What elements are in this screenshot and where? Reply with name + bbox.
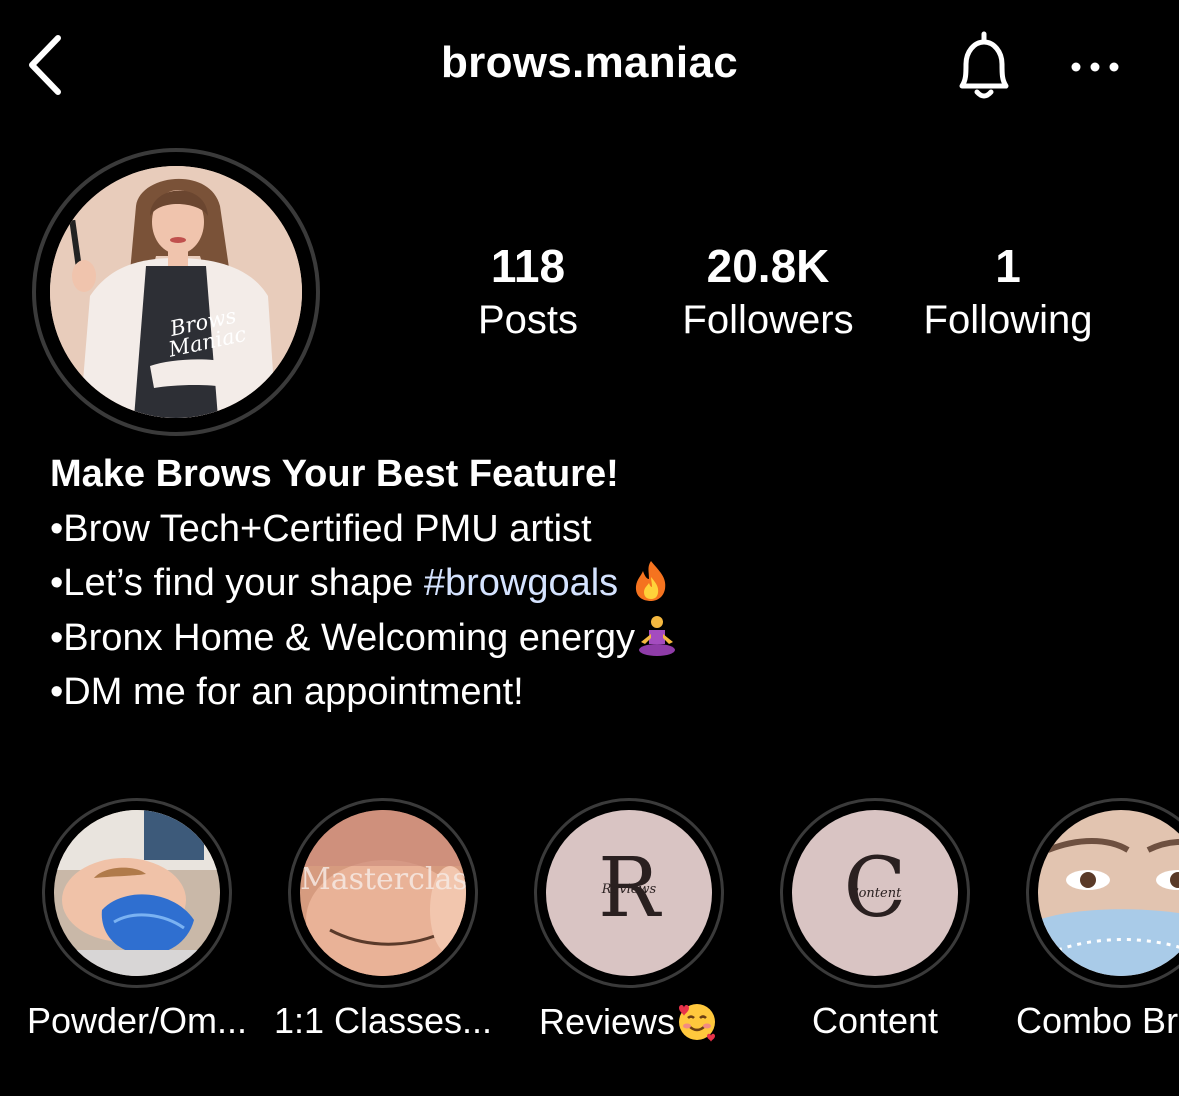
- highlight-reviews[interactable]: R Reviews: [534, 798, 724, 988]
- stat-followers[interactable]: 20.8K Followers: [658, 240, 878, 348]
- stat-following-value: 1: [995, 240, 1021, 292]
- smiling-face-with-hearts-icon: [679, 1004, 716, 1042]
- highlight-cover-4-script: Content: [848, 886, 902, 901]
- bio-line-1: •Brow Tech+Certified PMU artist: [50, 507, 592, 550]
- more-options-button[interactable]: [1066, 50, 1124, 84]
- stat-followers-value: 20.8K: [706, 240, 830, 292]
- stat-following-label: Following: [923, 298, 1093, 342]
- highlight-label-2: 1:1 Classes...: [273, 1000, 493, 1041]
- highlight-cover-2-text: Masterclass: [300, 862, 466, 897]
- hashtag-link[interactable]: #browgoals: [424, 562, 618, 604]
- bio-line-3-text: •Bronx Home & Welcoming energy: [50, 616, 635, 659]
- highlight-cover-1: [54, 810, 220, 976]
- notifications-button[interactable]: [948, 28, 1020, 104]
- bio-line-2: •Let’s find your shape #browgoals: [50, 556, 679, 611]
- highlight-cover-3: R Reviews: [546, 810, 712, 976]
- stat-posts-value: 118: [490, 240, 566, 292]
- stat-posts[interactable]: 118 Posts: [418, 240, 638, 348]
- avatar[interactable]: Brows Maniac: [50, 166, 302, 418]
- avatar-illustration: [50, 166, 302, 418]
- highlight-powder[interactable]: [42, 798, 232, 988]
- fire-emoji-icon: [635, 561, 666, 601]
- highlight-combo[interactable]: [1026, 798, 1179, 988]
- stat-posts-label: Posts: [477, 298, 579, 342]
- highlight-cover-2: Masterclass: [300, 810, 466, 976]
- stat-followers-label: Followers: [682, 298, 854, 342]
- highlight-label-4: Content: [811, 1000, 939, 1041]
- more-icon: [1071, 62, 1119, 72]
- bio: Make Brows Your Best Feature! •Brow Tech…: [50, 447, 679, 720]
- bell-icon: [959, 31, 1009, 99]
- highlight-cover-3-script: Reviews: [601, 882, 657, 897]
- highlight-label-3-text: Reviews: [538, 1001, 676, 1042]
- highlight-label-5: Combo Br: [1016, 1000, 1179, 1041]
- bio-line-4: •DM me for an appointment!: [50, 671, 524, 713]
- highlight-content[interactable]: C Content: [780, 798, 970, 988]
- stat-following[interactable]: 1 Following: [898, 240, 1118, 348]
- bio-name: Make Brows Your Best Feature!: [50, 453, 619, 495]
- highlight-label-1: Powder/Om...: [26, 1000, 248, 1041]
- bio-line-2-text: •Let’s find your shape: [50, 562, 424, 604]
- highlight-label-3: Reviews: [509, 1000, 749, 1044]
- person-meditating-emoji-icon: [638, 615, 675, 656]
- bio-line-3: •Bronx Home & Welcoming energy: [50, 611, 679, 666]
- highlight-cover-4: C Content: [792, 810, 958, 976]
- highlight-classes[interactable]: Masterclass: [288, 798, 478, 988]
